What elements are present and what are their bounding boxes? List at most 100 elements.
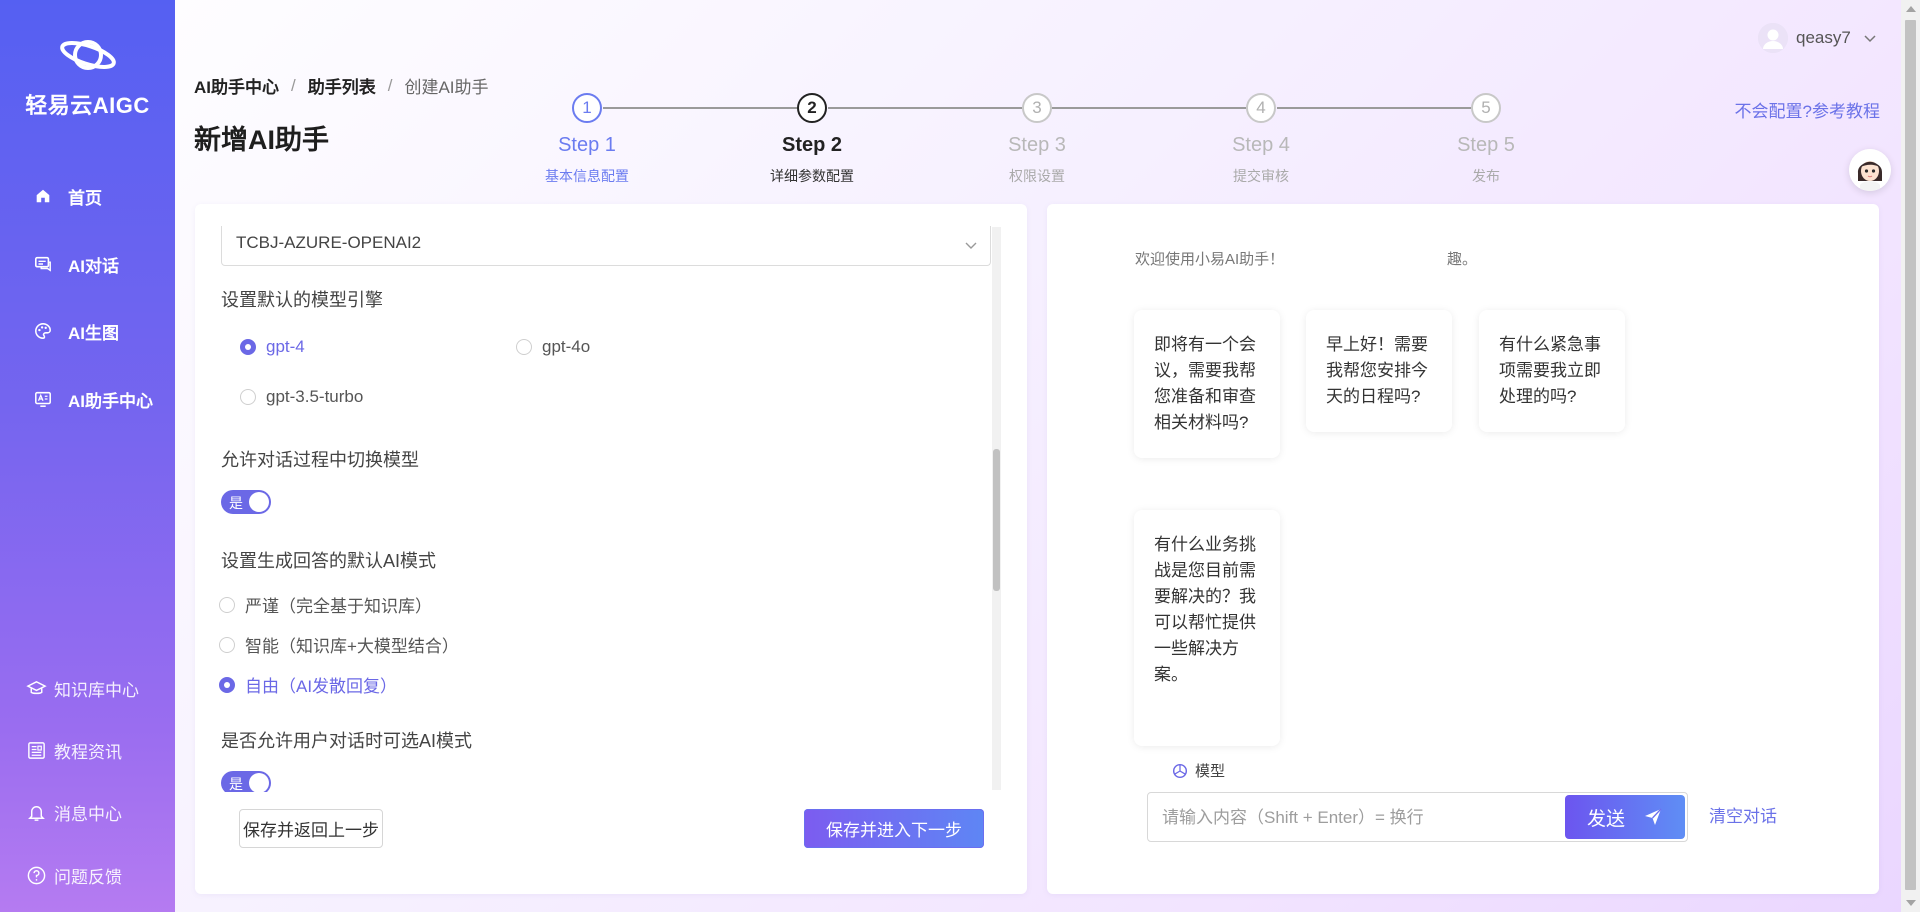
step-5[interactable]: 5 Step 5 发布 [1406,93,1566,186]
clear-conversation-link[interactable]: 清空对话 [1709,802,1777,827]
scroll-down-arrow-icon[interactable] [1906,900,1916,906]
avatar [1758,23,1788,53]
model-selector[interactable]: 模型 [1171,760,1225,781]
step-number: 4 [1246,93,1276,123]
step-title: Step 2 [781,134,843,156]
sidebar-item-label: 问题反馈 [54,867,122,887]
palette-icon [32,320,54,342]
sidebar-item-ai-chat[interactable]: AI对话 [32,250,119,278]
suggestion-card[interactable]: 有什么业务挑战是您目前需要解决的？我可以帮忙提供一些解决方案。 [1134,510,1280,746]
step-1[interactable]: 1 Step 1 基本信息配置 [507,93,667,186]
graduation-cap-icon [24,676,48,700]
ai-mode-label: 设置生成回答的默认AI模式 [221,551,437,571]
assistant-avatar[interactable] [1849,149,1891,191]
home-icon [32,185,54,207]
breadcrumb-item-current: 创建AI助手 [404,78,489,97]
step-number: 1 [572,93,602,123]
engine-select[interactable]: TCBJ-AZURE-OPENAI2 [221,226,991,266]
mode-radio-free[interactable]: 自由（AI发散回复） [219,672,397,697]
radio-label: 自由（AI发散回复） [245,677,398,696]
chat-icon [32,253,54,275]
radio-dot [240,389,256,405]
toggle-text: 是 [229,776,243,792]
switch-model-toggle[interactable]: 是 [221,490,271,514]
model-radio-gpt-4[interactable]: gpt-4 [240,337,305,357]
save-and-back-button[interactable]: 保存并返回上一步 [239,809,383,848]
send-button[interactable]: 发送 [1565,795,1685,839]
bell-icon [24,800,48,824]
mode-radio-smart[interactable]: 智能（知识库+大模型结合） [219,632,459,657]
form-scroll-area[interactable]: TCBJ-AZURE-OPENAI2 设置默认的模型引擎 gpt-4 gpt-4… [195,204,998,792]
engine-select-value: TCBJ-AZURE-OPENAI2 [236,233,422,252]
save-and-next-button[interactable]: 保存并进入下一步 [804,809,984,848]
breadcrumb-item-assistant-list[interactable]: 助手列表 [308,73,376,98]
logo[interactable]: 轻易云AIGC [0,32,175,120]
sidebar-item-label: 知识库中心 [54,680,139,700]
breadcrumb-separator: / [291,75,296,95]
breadcrumb: AI助手中心 / 助手列表 / 创建AI助手 [194,73,489,98]
user-menu[interactable]: qeasy7 [1758,22,1877,54]
sidebar-item-ai-image[interactable]: AI生图 [32,317,119,345]
cartoon-girl-icon [1849,149,1891,191]
page-scrollbar[interactable] [1901,0,1920,912]
sidebar-item-label: AI生图 [68,323,119,343]
radio-label: gpt-4o [542,337,591,356]
send-button-label: 发送 [1586,808,1625,830]
switch-model-label: 允许对话过程中切换模型 [221,450,419,470]
radio-dot [516,339,532,355]
sidebar-item-label: 首页 [68,188,102,208]
sidebar-item-home[interactable]: 首页 [32,182,102,210]
scroll-up-arrow-icon[interactable] [1906,6,1916,12]
tutorial-link[interactable]: 不会配置?参考教程 [1735,97,1880,122]
user-mode-toggle[interactable]: 是 [221,771,271,792]
suggestion-card[interactable]: 有什么紧急事项需要我立即处理的吗? [1479,310,1625,432]
suggestion-card[interactable]: 早上好！需要我帮您安排今天的日程吗? [1306,310,1452,432]
sidebar-item-label: AI助手中心 [68,391,153,411]
scrollbar-thumb[interactable] [1905,20,1916,890]
sidebar-item-ai-assistant-center[interactable]: AI助手中心 [32,385,153,413]
sidebar-item-tutorials[interactable]: 教程资讯 [24,736,122,764]
chat-input[interactable] [1162,806,1552,830]
chat-input-box: 发送 [1147,792,1688,842]
toggle-text: 是 [229,495,243,511]
sidebar: 轻易云AIGC 首页 AI对话 AI生图 AI助手中心 知识库中心 教程资讯 消… [0,0,175,912]
sidebar-item-label: AI对话 [68,256,119,276]
model-tag-label: 模型 [1195,763,1226,780]
paper-plane-icon [1645,808,1662,825]
assistant-icon [32,388,54,410]
step-desc: 详细参数配置 [770,168,854,184]
sidebar-item-knowledge-base[interactable]: 知识库中心 [24,674,139,702]
step-3[interactable]: 3 Step 3 权限设置 [957,93,1117,186]
step-desc: 基本信息配置 [545,168,629,184]
model-radio-gpt-4o[interactable]: gpt-4o [516,337,590,357]
mode-radio-strict[interactable]: 严谨（完全基于知识库） [219,592,432,617]
model-radio-gpt-3-5-turbo[interactable]: gpt-3.5-turbo [240,387,363,407]
step-4[interactable]: 4 Step 4 提交审核 [1181,93,1341,186]
help-icon [24,863,48,887]
form-scrollbar[interactable] [992,227,1001,790]
breadcrumb-item-assistant-center[interactable]: AI助手中心 [194,73,279,98]
step-desc: 发布 [1472,168,1500,184]
step-2[interactable]: 2 Step 2 详细参数配置 [732,93,892,186]
toggle-knob [249,492,269,512]
step-title: Step 4 [1232,134,1290,156]
welcome-text: 欢迎使用小易AI助手！ [1135,251,1285,268]
radio-dot [219,636,235,653]
news-icon [24,738,48,762]
breadcrumb-separator: / [387,75,393,95]
sidebar-item-messages[interactable]: 消息中心 [24,798,122,826]
radio-dot [240,339,256,355]
radio-label: 严谨（完全基于知识库） [245,597,432,616]
step-progress: 1 Step 1 基本信息配置 2 Step 2 详细参数配置 3 Step 3… [0,0,1920,200]
chat-preview-panel: 欢迎使用小易AI助手！ 趣。 即将有一个会议，需要我帮您准备和审查相关材料吗? … [1047,204,1879,894]
step-number: 3 [1022,93,1052,123]
planet-logo-icon [59,40,116,70]
sidebar-item-feedback[interactable]: 问题反馈 [24,861,122,889]
sidebar-item-label: 教程资讯 [54,742,122,762]
username: qeasy7 [1796,28,1851,47]
scrollbar-thumb[interactable] [993,449,1000,591]
user-mode-label: 是否允许用户对话时可选AI模式 [221,731,473,751]
step-desc: 权限设置 [1009,168,1065,184]
suggestion-card[interactable]: 即将有一个会议，需要我帮您准备和审查相关材料吗? [1134,310,1280,458]
step-number: 2 [797,93,827,123]
